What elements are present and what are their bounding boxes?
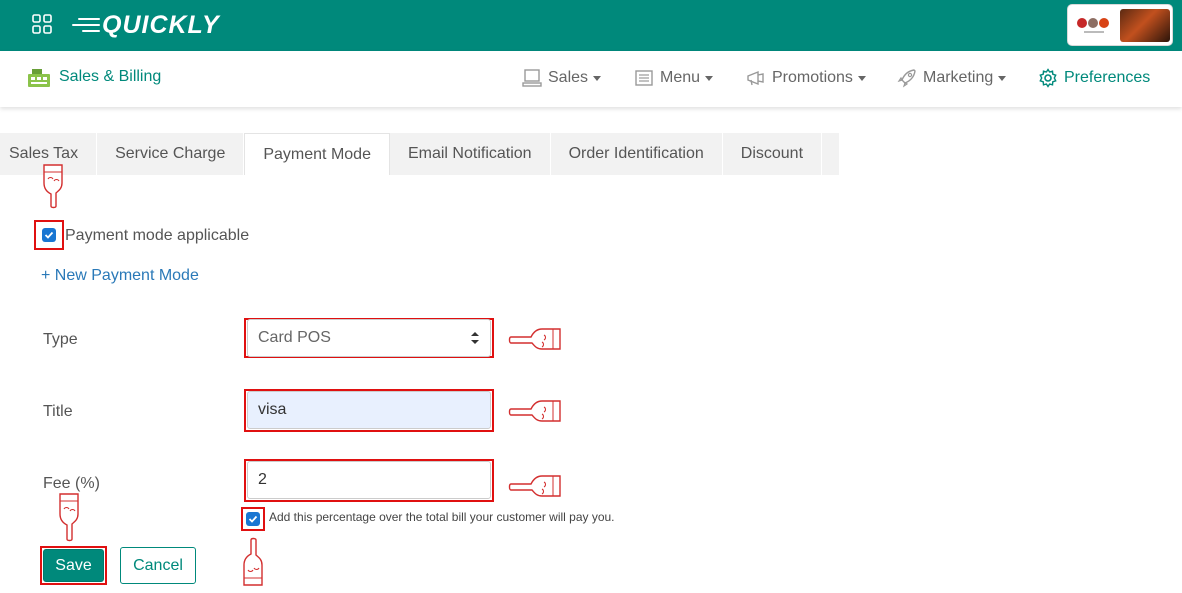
chevron-down-icon <box>705 75 714 81</box>
payment-title-input[interactable] <box>247 391 491 429</box>
nav-preferences[interactable]: Preferences <box>1038 68 1150 88</box>
tab-payment-mode[interactable]: Payment Mode <box>244 133 390 175</box>
module-title[interactable]: Sales & Billing <box>59 68 161 86</box>
fee-help-text: Add this percentage over the total bill … <box>269 510 615 524</box>
pointing-hand-down-icon <box>43 164 63 209</box>
cash-register-icon <box>28 69 50 87</box>
tab-order-identification[interactable]: Order Identification <box>550 133 723 175</box>
pointing-hand-down-icon <box>59 493 79 542</box>
pointing-hand-left-icon <box>508 400 561 422</box>
chevron-down-icon <box>857 75 866 81</box>
nav-sales-label: Sales <box>548 69 589 86</box>
tab-service-charge[interactable]: Service Charge <box>97 133 245 175</box>
select-arrows-icon <box>471 332 479 344</box>
fee-percent-input[interactable] <box>247 461 491 499</box>
tab-email-notification[interactable]: Email Notification <box>389 133 551 175</box>
checkmark-icon <box>44 231 54 239</box>
pointing-hand-left-icon <box>508 328 561 350</box>
nav-promotions-label: Promotions <box>772 69 853 86</box>
chevron-down-icon <box>593 75 602 81</box>
preferences-tabs: Sales Tax Service Charge Payment Mode Em… <box>0 133 841 175</box>
title-label: Title <box>43 403 73 420</box>
logo-text: QUICKLY <box>102 10 220 39</box>
nav-menu-label: Menu <box>660 69 701 86</box>
cancel-button[interactable]: Cancel <box>120 547 196 584</box>
rocket-icon <box>897 69 916 88</box>
pointing-hand-up-icon <box>243 537 263 586</box>
payment-mode-applicable-label: Payment mode applicable <box>65 227 250 244</box>
type-label: Type <box>43 331 78 348</box>
app-grid-icon[interactable] <box>32 14 52 34</box>
fee-label: Fee (%) <box>43 475 100 492</box>
payment-mode-applicable-checkbox[interactable] <box>42 228 56 242</box>
checkmark-icon <box>248 515 258 523</box>
fee-over-bill-checkbox[interactable] <box>246 512 260 526</box>
tab-strip-end <box>822 133 841 175</box>
pointing-hand-left-icon <box>508 475 561 497</box>
tab-discount[interactable]: Discount <box>722 133 823 175</box>
nav-menu[interactable]: Menu <box>634 68 714 88</box>
restaurant-brand-icon <box>1077 18 1109 33</box>
pos-terminal-icon <box>522 69 542 87</box>
nav-marketing-label: Marketing <box>923 69 994 86</box>
save-button[interactable]: Save <box>43 549 104 582</box>
app-logo[interactable]: QUICKLY <box>72 8 220 42</box>
top-bar: QUICKLY <box>0 0 1182 51</box>
megaphone-icon <box>747 70 764 86</box>
nav-preferences-label: Preferences <box>1064 69 1151 86</box>
chevron-down-icon <box>998 75 1007 81</box>
nav-sales[interactable]: Sales <box>522 68 602 88</box>
menu-card-icon <box>635 70 653 86</box>
module-navbar: Sales & Billing Sales Menu Promotions Ma… <box>0 51 1182 107</box>
nav-marketing[interactable]: Marketing <box>897 68 1007 88</box>
profile-menu[interactable] <box>1067 4 1173 46</box>
payment-type-value: Card POS <box>258 329 331 346</box>
avatar <box>1120 9 1170 42</box>
payment-type-select[interactable]: Card POS <box>247 319 491 357</box>
logo-speed-lines-icon <box>72 16 100 34</box>
nav-promotions[interactable]: Promotions <box>746 68 866 88</box>
gear-icon <box>1039 68 1057 88</box>
new-payment-mode-link[interactable]: + New Payment Mode <box>41 267 199 285</box>
